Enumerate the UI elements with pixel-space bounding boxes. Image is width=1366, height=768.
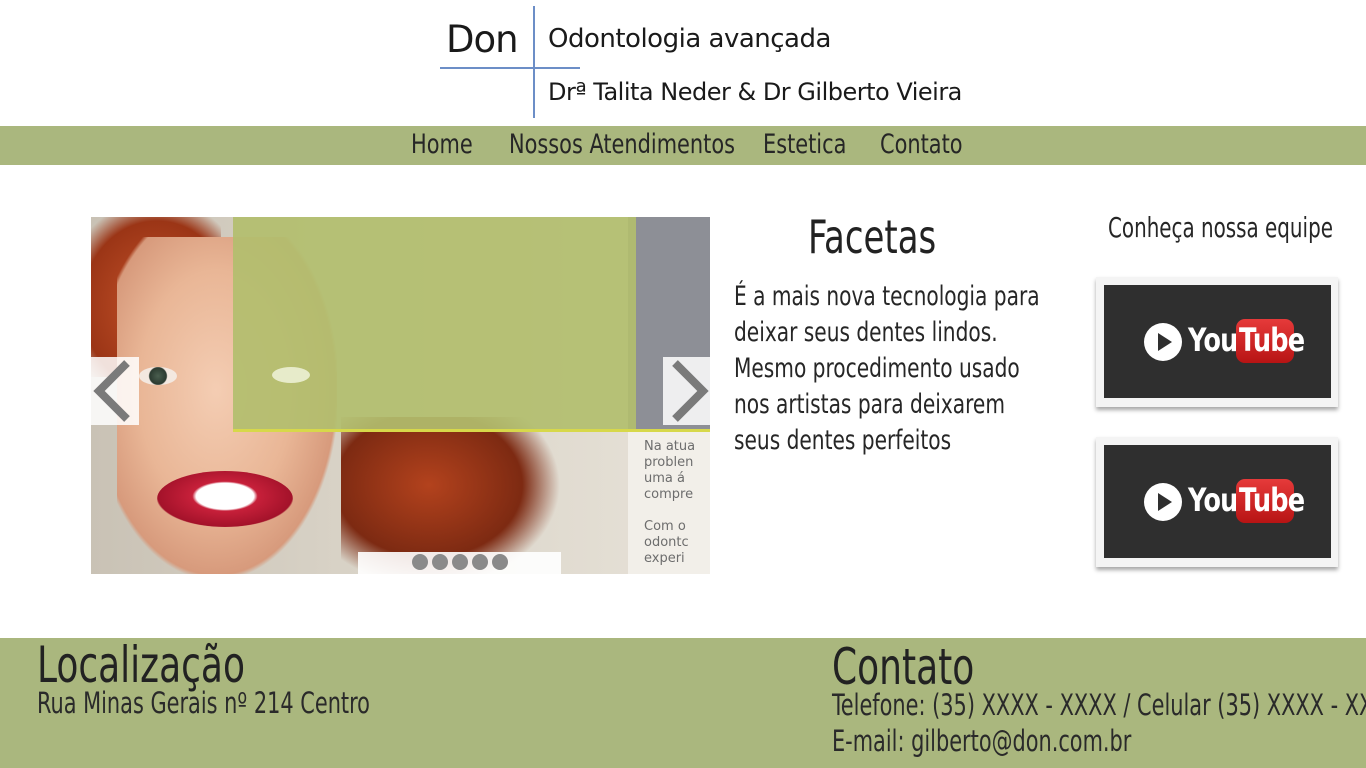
- youtube-video-2[interactable]: You Tube: [1096, 437, 1338, 567]
- slider-dot-5[interactable]: [492, 554, 508, 570]
- nav-item-estetica[interactable]: Estetica: [763, 129, 846, 160]
- nav-item-contato[interactable]: Contato: [880, 129, 963, 160]
- email-link[interactable]: E-mail: gilberto@don.com.br: [832, 724, 1131, 758]
- address-text: Rua Minas Gerais nº 214 Centro: [37, 686, 370, 720]
- play-icon: [1144, 483, 1182, 521]
- logo-brand: Don: [446, 18, 519, 61]
- slide-smile: [157, 471, 293, 527]
- nav-item-atendimentos[interactable]: Nossos Atendimentos: [509, 129, 735, 160]
- logo-horizontal-line: [440, 67, 580, 69]
- youtube-tube-text: Tube: [1239, 321, 1305, 359]
- team-heading: Conheça nossa equipe: [1108, 211, 1333, 244]
- slider-prev-button[interactable]: [91, 357, 139, 425]
- image-slider[interactable]: Na atua problen uma á compre Com o odont…: [91, 217, 710, 574]
- slider-next-button[interactable]: [663, 357, 710, 425]
- logo-doctors: Drª Talita Neder & Dr Gilberto Vieira: [548, 78, 962, 106]
- phone-text: Telefone: (35) XXXX - XXXX / Celular (35…: [832, 688, 1366, 722]
- slider-pagination: [358, 552, 561, 574]
- youtube-video-1[interactable]: You Tube: [1096, 277, 1338, 407]
- slide-yellow-line: [233, 429, 710, 432]
- youtube-tube-badge: Tube: [1236, 319, 1305, 363]
- logo-vertical-line: [533, 6, 535, 118]
- chevron-left-icon: [93, 360, 130, 422]
- logo-tagline: Odontologia avançada: [548, 24, 831, 54]
- slider-dot-4[interactable]: [472, 554, 488, 570]
- play-icon: [1144, 323, 1182, 361]
- youtube-tube-text: Tube: [1239, 481, 1305, 519]
- youtube-logo: You Tube: [1104, 285, 1331, 398]
- facetas-description: É a mais nova tecnologia para deixar seu…: [734, 281, 1040, 456]
- slide-green-overlay: [233, 217, 636, 432]
- facetas-heading: Facetas: [808, 210, 937, 264]
- slider-dot-3[interactable]: [452, 554, 468, 570]
- chevron-right-icon: [672, 360, 709, 422]
- slide-eye-overlay: [272, 367, 310, 383]
- slider-dot-1[interactable]: [412, 554, 428, 570]
- slide-magazine-text: Na atua problen uma á compre Com o odont…: [644, 439, 696, 566]
- youtube-logo: You Tube: [1104, 445, 1331, 558]
- footer: Localização Rua Minas Gerais nº 214 Cent…: [0, 636, 1366, 768]
- slide-eye: [139, 367, 177, 385]
- youtube-tube-badge: Tube: [1236, 479, 1305, 523]
- slider-dot-2[interactable]: [432, 554, 448, 570]
- nav-item-home[interactable]: Home: [411, 129, 473, 160]
- site-logo[interactable]: Don Odontologia avançada Drª Talita Nede…: [440, 6, 1000, 120]
- header: Don Odontologia avançada Drª Talita Nede…: [0, 0, 1366, 126]
- youtube-you-text: You: [1188, 481, 1238, 519]
- slide-hair-right: [341, 417, 561, 574]
- main-nav: Home Nossos Atendimentos Estetica Contat…: [0, 126, 1366, 165]
- youtube-you-text: You: [1188, 321, 1238, 359]
